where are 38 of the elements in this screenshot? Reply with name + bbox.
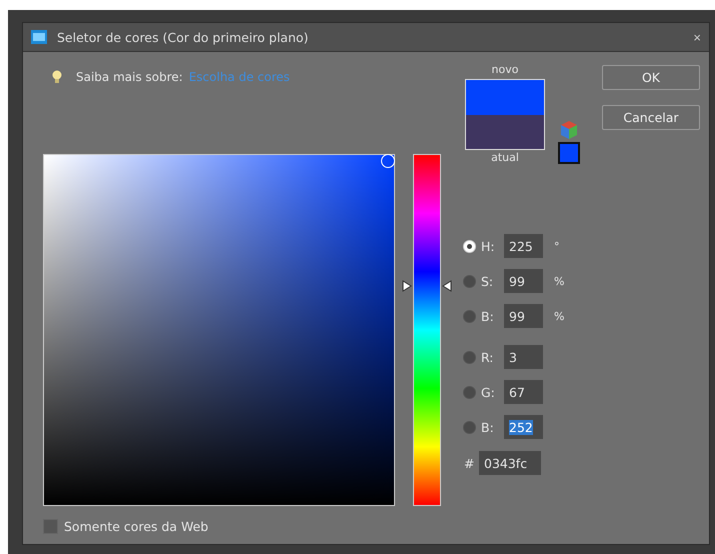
field-label: R: [481, 350, 495, 364]
field-label: B: [481, 308, 495, 324]
radio-button[interactable] [463, 350, 476, 364]
radio-button[interactable] [463, 420, 476, 434]
field-label: H: [481, 238, 496, 254]
radio-button[interactable] [463, 274, 476, 288]
window-title: Seletor de cores (Cor do primeiro plano) [57, 30, 310, 44]
field-label: G: [481, 384, 496, 400]
hex-field[interactable]: 0343fc [479, 451, 541, 475]
field-label: S: [481, 274, 494, 288]
unit-label: % [554, 274, 564, 288]
input-field[interactable]: 99 [504, 269, 543, 293]
cube-icon [559, 120, 579, 140]
close-button[interactable]: × [693, 30, 701, 44]
dialog-button[interactable]: Cancelar [602, 105, 700, 130]
input-field[interactable]: 99 [504, 304, 543, 328]
input-field[interactable]: 252 [504, 415, 543, 439]
lightbulb-icon [52, 70, 62, 84]
hash-label: # [464, 456, 474, 470]
help-text: Saiba mais sobre: [76, 70, 183, 84]
checkbox-label: Somente cores da Web [64, 519, 208, 534]
hue-handle[interactable] [402, 280, 452, 292]
color-marker[interactable] [381, 154, 395, 168]
current-label: atual [491, 150, 519, 166]
dialog-button[interactable]: OK [602, 65, 700, 90]
radio-button[interactable] [463, 310, 476, 322]
radio-button[interactable] [463, 386, 476, 398]
color-field[interactable] [43, 154, 395, 506]
input-field[interactable]: 3 [504, 345, 543, 369]
web-color-swatch[interactable] [558, 142, 580, 164]
checkbox[interactable] [43, 519, 58, 534]
field-label: B: [481, 420, 495, 434]
input-field[interactable]: 225 [504, 234, 543, 258]
app-icon [31, 30, 47, 44]
input-field[interactable]: 67 [504, 380, 543, 404]
new-label: novo [492, 62, 518, 78]
unit-label: % [554, 310, 564, 322]
unit-label: ° [554, 240, 560, 252]
